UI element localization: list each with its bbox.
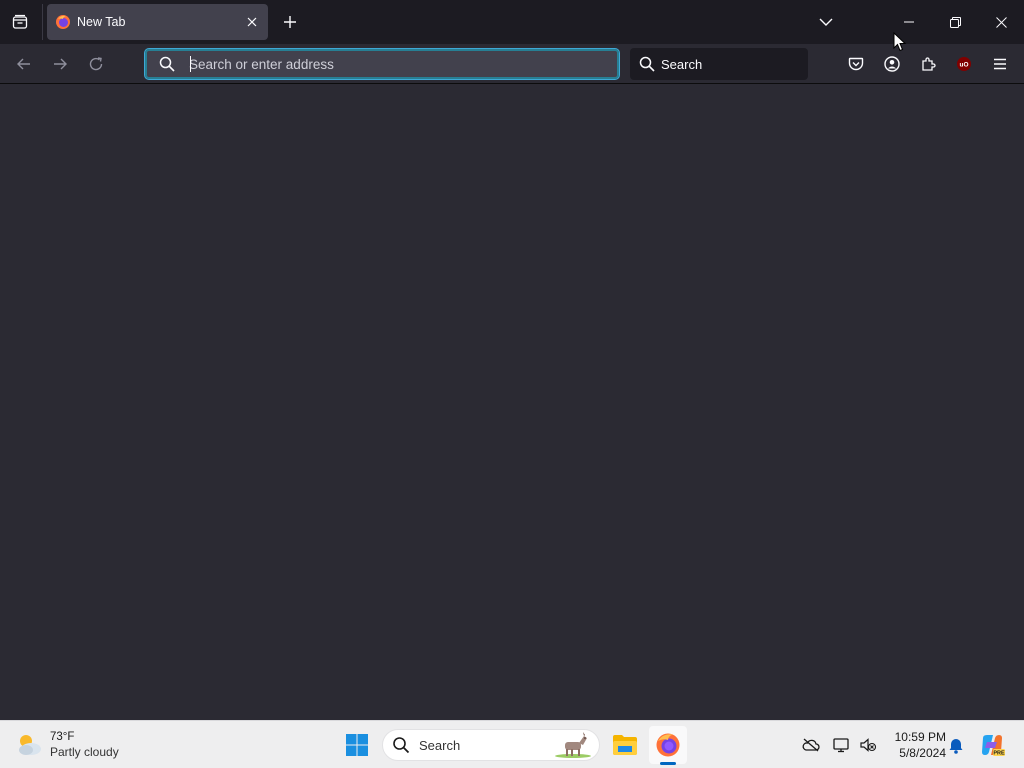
windows-logo-icon	[346, 734, 368, 756]
chevron-down-icon	[819, 18, 833, 26]
onedrive-tray-button[interactable]	[799, 733, 823, 757]
svg-text:PRE: PRE	[993, 751, 1005, 757]
search-highlight-donkey-icon	[555, 732, 591, 758]
ublock-origin-button[interactable]: uO	[948, 48, 980, 80]
tab-close-button[interactable]	[240, 10, 264, 34]
weather-temperature: 73°F	[50, 731, 75, 743]
search-icon	[639, 56, 655, 72]
hamburger-menu-icon	[994, 58, 1006, 70]
taskbar-search-label: Search	[419, 737, 461, 753]
restore-icon	[949, 16, 961, 28]
svg-text:uO: uO	[959, 62, 968, 69]
search-bar[interactable]: Search	[630, 48, 808, 80]
back-button[interactable]	[8, 48, 40, 80]
firefox-icon	[656, 733, 680, 757]
text-caret	[190, 56, 191, 72]
forward-button[interactable]	[44, 48, 76, 80]
puzzle-piece-icon	[922, 57, 936, 71]
close-icon	[247, 17, 257, 27]
firefox-favicon-icon	[56, 15, 70, 29]
onedrive-offline-icon	[802, 738, 820, 752]
copilot-button[interactable]: PRE	[979, 732, 1005, 758]
address-bar[interactable]	[144, 48, 620, 80]
active-app-indicator	[660, 762, 676, 765]
mouse-pointer-icon	[893, 32, 907, 52]
search-icon	[393, 737, 410, 754]
title-bar: New Tab	[0, 0, 1024, 44]
account-icon	[884, 56, 900, 72]
firefox-taskbar-button[interactable]	[649, 726, 687, 764]
search-icon	[159, 56, 175, 72]
system-clock[interactable]: 10:59 PM 5/8/2024	[884, 729, 946, 761]
close-icon	[995, 16, 1007, 28]
partly-cloudy-icon	[19, 735, 41, 755]
arrow-left-icon	[17, 58, 30, 70]
account-button[interactable]	[876, 48, 908, 80]
file-explorer-icon	[613, 735, 637, 755]
clock-date: 5/8/2024	[899, 746, 946, 760]
search-bar-label: Search	[661, 56, 703, 72]
list-all-tabs-button[interactable]	[812, 6, 840, 38]
minimize-icon	[904, 21, 914, 23]
address-input[interactable]	[189, 56, 589, 72]
notifications-button[interactable]	[944, 733, 968, 757]
restore-button[interactable]	[932, 0, 978, 44]
navigation-toolbar: Search uO	[0, 44, 1024, 84]
plus-icon	[284, 16, 296, 28]
network-icon	[833, 738, 849, 753]
tab-separator	[42, 4, 43, 40]
tab-title: New Tab	[77, 15, 126, 29]
new-tab-button[interactable]	[276, 6, 304, 38]
pocket-button[interactable]	[840, 48, 872, 80]
arrow-right-icon	[54, 58, 67, 70]
extensions-button[interactable]	[912, 48, 944, 80]
clock-time: 10:59 PM	[894, 730, 946, 744]
reload-button[interactable]	[80, 48, 112, 80]
new-tab-page-content	[0, 85, 1024, 720]
volume-tray-button[interactable]	[856, 733, 880, 757]
bell-icon	[949, 739, 963, 754]
pocket-icon	[848, 57, 864, 71]
copilot-icon: PRE	[982, 735, 1005, 757]
firefox-view-button[interactable]	[4, 6, 36, 38]
reload-icon	[89, 57, 103, 71]
ublock-origin-icon: uO	[957, 57, 971, 71]
weather-condition: Partly cloudy	[50, 745, 119, 759]
close-window-button[interactable]	[978, 0, 1024, 44]
weather-widget[interactable]: 73°F Partly cloudy	[14, 727, 144, 763]
app-menu-button[interactable]	[984, 48, 1016, 80]
volume-muted-icon	[860, 738, 877, 752]
file-explorer-taskbar-button[interactable]	[606, 726, 644, 764]
taskbar-search-box[interactable]: Search	[382, 729, 600, 761]
network-tray-button[interactable]	[830, 733, 854, 757]
start-button[interactable]	[340, 727, 374, 763]
firefox-view-icon	[12, 14, 28, 29]
tab-new-tab[interactable]: New Tab	[47, 4, 268, 40]
windows-taskbar: 73°F Partly cloudy Search 10:59 PM 5/8/2…	[0, 720, 1024, 768]
